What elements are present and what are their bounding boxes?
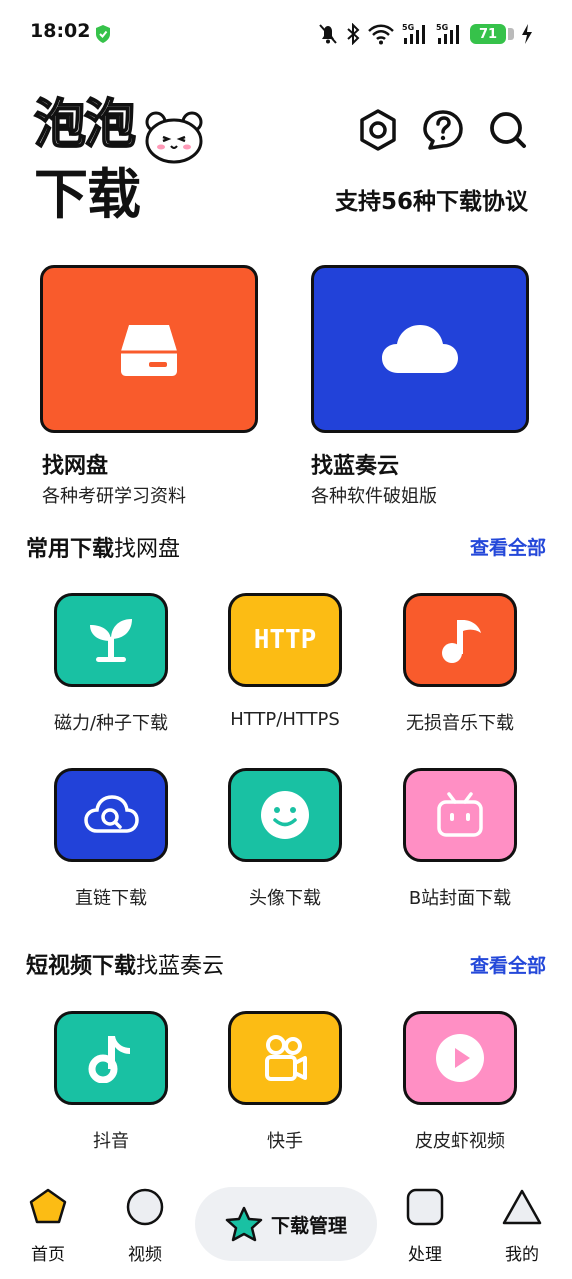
kuaishou-icon [265,1035,307,1081]
music-note-icon [442,620,481,663]
mine-triangle-icon [502,1189,542,1225]
bear-logo-icon [145,111,203,164]
avatar-download-tile[interactable] [228,768,342,862]
nav-mine[interactable]: 我的 [482,1186,562,1266]
battery-indicator: 71 [470,24,514,44]
nav-home[interactable]: 首页 [8,1186,88,1266]
http-download-tile[interactable]: HTTP [228,593,342,687]
nav-process[interactable]: 处理 [385,1186,465,1266]
bilibili-cover-tile[interactable] [403,768,517,862]
direct-link-tile[interactable] [54,768,168,862]
svg-text:5G: 5G [436,23,448,32]
star-icon [225,1206,263,1242]
drive-icon [121,325,177,376]
direct-link-label: 直链下载 [75,888,147,909]
http-icon: HTTP [253,625,317,655]
douyin-tile[interactable] [54,1011,168,1105]
find-lanzou-card[interactable] [311,265,529,433]
cloud-search-icon [84,795,139,833]
view-all-video-link[interactable]: 查看全部 [470,951,546,978]
find-netdisk-card[interactable] [40,265,258,433]
wifi-icon [368,24,394,45]
tiktok-icon [88,1036,130,1083]
logo-text-top: 泡泡 [33,95,137,155]
video-circle-icon [126,1188,164,1226]
shield-icon [96,25,110,43]
featured-subtitle-netdisk: 各种考研学习资料 [42,486,186,507]
nav-process-label: 处理 [408,1245,442,1265]
featured-title-lanzou: 找蓝奏云 [311,454,400,479]
featured-subtitle-lanzou: 各种软件破姐版 [311,486,437,507]
process-square-icon [406,1188,444,1226]
nav-video-label: 视频 [128,1245,162,1265]
signal-5g-icon-2: 5G [436,23,459,44]
magnet-download-tile[interactable] [54,593,168,687]
status-icons: 5G 5G 71 [318,21,534,47]
section-title-video: 短视频下载找蓝奏云 [26,954,225,979]
bluetooth-icon [347,23,360,45]
nav-download-manager-label: 下载管理 [270,1214,347,1237]
view-all-common-link[interactable]: 查看全部 [470,533,546,560]
nav-video[interactable]: 视频 [105,1186,185,1266]
featured-title-netdisk: 找网盘 [42,454,109,479]
nav-download-manager[interactable]: 下载管理 [195,1187,377,1261]
play-icon [436,1034,484,1082]
signal-5g-icon: 5G [402,23,425,44]
pipixia-label: 皮皮虾视频 [415,1131,505,1152]
sprout-icon [90,619,132,662]
kuaishou-tile[interactable] [228,1011,342,1105]
status-time: 18:02 [30,20,91,42]
lossless-music-label: 无损音乐下载 [406,713,514,734]
tv-icon [437,792,483,837]
avatar-download-label: 头像下载 [249,888,321,909]
douyin-label: 抖音 [93,1131,129,1152]
home-pentagon-icon [29,1188,67,1224]
bilibili-cover-label: B站封面下载 [408,888,512,909]
charging-icon [522,24,532,44]
logo-text-bottom: 下载 [34,163,141,226]
nav-home-label: 首页 [31,1245,65,1265]
svg-text:5G: 5G [402,23,414,32]
lossless-music-tile[interactable] [403,593,517,687]
smiley-icon [261,791,309,839]
kuaishou-label: 快手 [267,1131,303,1152]
magnet-download-label: 磁力/种子下载 [53,713,169,734]
pipixia-tile[interactable] [403,1011,517,1105]
search-icon[interactable] [486,108,530,152]
settings-icon[interactable] [356,108,400,152]
mute-bell-icon [319,24,337,44]
help-icon[interactable] [421,108,465,152]
cloud-icon [382,325,458,373]
http-download-label: HTTP/HTTPS [230,709,340,730]
protocol-count-text: 支持56种下载协议 [334,189,528,215]
section-title-common: 常用下载找网盘 [26,537,181,562]
nav-mine-label: 我的 [505,1245,539,1265]
